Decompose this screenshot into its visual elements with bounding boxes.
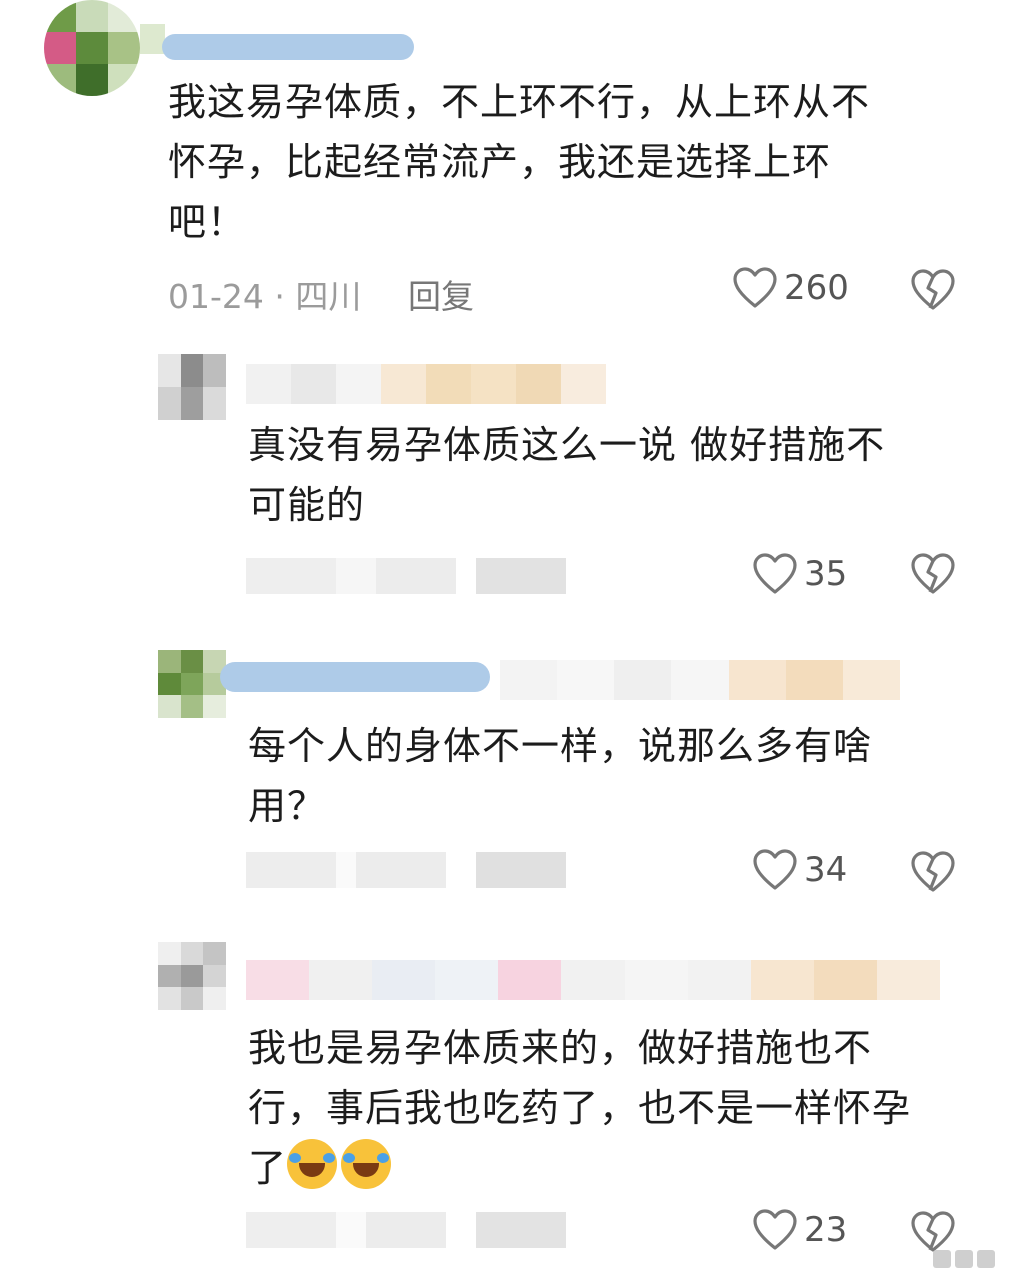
avatar[interactable] xyxy=(44,0,140,96)
comment-text-line: 我也是易孕体质来的，做好措施也不 xyxy=(248,1026,873,1070)
broken-heart-icon[interactable] xyxy=(910,1210,956,1254)
broken-heart-icon[interactable] xyxy=(910,850,956,894)
comment-text-line: 可能的 xyxy=(248,483,366,527)
username-blurred[interactable] xyxy=(500,660,900,700)
like-button[interactable]: 23 xyxy=(752,1208,847,1252)
comment-text-line: 吧！ xyxy=(168,200,247,244)
avatar[interactable] xyxy=(158,650,226,718)
like-count: 34 xyxy=(804,850,848,890)
like-button[interactable]: 35 xyxy=(752,552,847,596)
date-location-blurred xyxy=(246,558,566,594)
comment-4: 我也是易孕体质来的，做好措施也不 行，事后我也吃药了，也不是一样怀孕 了 23 xyxy=(0,930,1009,1280)
username-blurred[interactable] xyxy=(246,960,941,1000)
username-blurred[interactable] xyxy=(220,662,490,692)
comment-text-line: 我这易孕体质，不上环不行，从上环从不 xyxy=(168,80,871,124)
comment-date-location: 01-24 · 四川 xyxy=(168,277,362,316)
laugh-cry-emoji xyxy=(287,1139,338,1189)
comment-1: 我这易孕体质，不上环不行，从上环从不 怀孕，比起经常流产，我还是选择上环 吧！ … xyxy=(0,0,1009,330)
comment-text-line-last: 了 xyxy=(248,1138,911,1198)
date-location-blurred xyxy=(246,852,566,888)
username-blurred[interactable] xyxy=(162,34,414,60)
laugh-cry-emoji xyxy=(341,1139,392,1189)
comment-text: 我这易孕体质，不上环不行，从上环从不 怀孕，比起经常流产，我还是选择上环 吧！ xyxy=(168,72,870,252)
comment-text-line: 怀孕，比起经常流产，我还是选择上环 xyxy=(168,140,832,184)
like-button[interactable]: 34 xyxy=(752,848,847,892)
heart-icon xyxy=(753,849,797,890)
comment-text: 我也是易孕体质来的，做好措施也不 行，事后我也吃药了，也不是一样怀孕 了 xyxy=(248,1018,911,1198)
like-count: 260 xyxy=(784,268,849,308)
comment-text-line: 了 xyxy=(248,1146,288,1190)
avatar[interactable] xyxy=(158,942,226,1010)
broken-heart-icon[interactable] xyxy=(910,552,956,596)
reply-button[interactable]: 回复 xyxy=(408,270,474,318)
comment-2: 真没有易孕体质这么一说 做好措施不 可能的 35 xyxy=(0,340,1009,640)
like-button[interactable]: 260 xyxy=(732,266,849,310)
comment-text-line: 用？ xyxy=(248,784,327,828)
broken-heart-icon[interactable] xyxy=(910,268,956,312)
comment-3: 每个人的身体不一样，说那么多有啥 用？ 34 xyxy=(0,640,1009,930)
heart-icon xyxy=(753,553,797,594)
date-location-blurred xyxy=(246,1212,566,1248)
comment-text-line: 行，事后我也吃药了，也不是一样怀孕 xyxy=(248,1086,912,1130)
like-count: 35 xyxy=(804,554,848,594)
comment-text: 每个人的身体不一样，说那么多有啥 用？ xyxy=(248,716,872,836)
comment-text: 真没有易孕体质这么一说 做好措施不 可能的 xyxy=(248,415,885,535)
comment-text-line: 每个人的身体不一样，说那么多有啥 xyxy=(248,724,873,768)
heart-icon xyxy=(753,1209,797,1250)
avatar[interactable] xyxy=(158,354,226,420)
heart-icon xyxy=(733,267,777,308)
like-count: 23 xyxy=(804,1210,848,1250)
username-blurred[interactable] xyxy=(246,364,606,404)
watermark-logo xyxy=(933,1250,995,1268)
comment-text-line: 真没有易孕体质这么一说 做好措施不 xyxy=(248,423,886,467)
